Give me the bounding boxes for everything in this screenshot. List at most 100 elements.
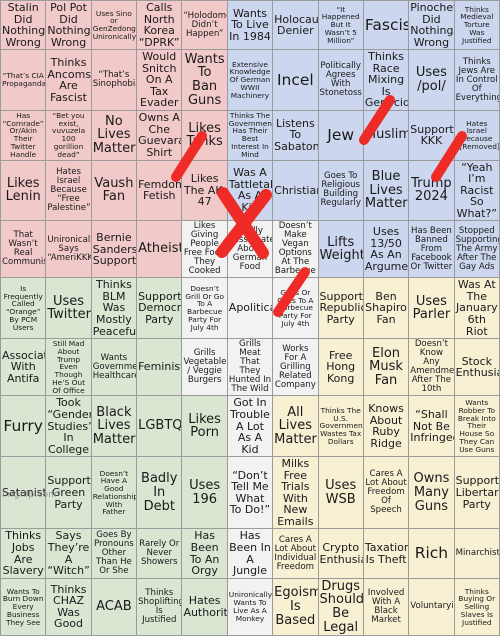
bingo-cell[interactable]: Wants To Live In 1984 (226, 0, 274, 51)
bingo-cell[interactable]: Likes Tanks (181, 109, 228, 161)
bingo-cell[interactable]: Uses Parler (408, 277, 455, 340)
bingo-cell[interactable]: Is Frequently Called “Orange” By PCM Use… (0, 277, 47, 340)
bingo-cell[interactable]: Uses 13/50 As An Argument (362, 220, 410, 279)
bingo-cell[interactable]: Vaush Fan (90, 159, 138, 222)
bingo-cell[interactable]: Supports Democratic Party (136, 277, 183, 340)
bingo-cell[interactable]: ACAB (90, 577, 138, 636)
bingo-cell[interactable]: Goes To Religious Building Regularly (317, 159, 364, 222)
bingo-cell[interactable]: Likes Lenin (0, 159, 47, 222)
bingo-cell[interactable]: Involved With A Black Market (362, 577, 410, 636)
bingo-cell[interactable]: Apolitical (226, 277, 274, 340)
bingo-cell[interactable]: Knows About Ruby Ridge (362, 395, 410, 458)
bingo-cell[interactable]: Drugs Should Be Legal (317, 577, 364, 636)
bingo-cell[interactable]: Rich (408, 528, 455, 579)
bingo-cell[interactable]: Grills Meat That They Hunted In The Wild (226, 338, 274, 397)
bingo-cell[interactable]: “Yeah I’m Racist So What?” (453, 159, 500, 222)
bingo-cell[interactable]: Holocaust Denier (272, 0, 319, 51)
bingo-cell[interactable]: Thinks Buying Or Selling Slaves Is Justi… (453, 577, 500, 636)
bingo-cell[interactable]: Badly In Debt (136, 456, 183, 530)
bingo-cell[interactable]: Free Hong Kong (317, 338, 364, 397)
bingo-cell[interactable]: Doesn’t Make Vegan Options At The Barbec… (272, 220, 319, 279)
bingo-cell[interactable]: Milks Free Trials With New Emails (272, 456, 319, 530)
bingo-cell[interactable]: Uses /pol/ (408, 49, 455, 111)
bingo-cell[interactable]: Still Mad About Trump Even Though He’S O… (45, 338, 92, 397)
bingo-cell[interactable]: Jew (317, 109, 364, 161)
bingo-cell[interactable]: Thinks BLM Was Mostly Peaceful (90, 277, 138, 340)
bingo-cell[interactable]: Thinks Race Mixing Is Genocide (362, 49, 410, 111)
bingo-cell[interactable]: Black Lives Matter (90, 395, 138, 458)
bingo-cell[interactable]: “That’s Sinophobia” (90, 49, 138, 111)
bingo-cell[interactable]: All Lives Matter (272, 395, 319, 458)
bingo-cell[interactable]: Uses Twitter (45, 277, 92, 340)
bingo-cell[interactable]: Furry (0, 395, 47, 458)
bingo-cell[interactable]: Has Been Banned From Facebook Or Twitter (408, 220, 455, 279)
bingo-cell[interactable]: Thinks The U.S. Government Wastes Tax Do… (317, 395, 364, 458)
bingo-cell[interactable]: Supports Republican Party (317, 277, 364, 340)
bingo-cell[interactable]: Has Been In A Jungle (226, 528, 274, 579)
bingo-cell[interactable]: Taxation Is Theft (362, 528, 410, 579)
bingo-cell[interactable]: Likes Giving People Free Food They Cooke… (181, 220, 228, 279)
bingo-cell[interactable]: Owns Many Guns (408, 456, 455, 530)
bingo-cell[interactable]: “Don’t Tell Me What To Do!” (226, 456, 274, 530)
bingo-cell[interactable]: No Lives Matter (90, 109, 138, 161)
bingo-cell[interactable]: Thinks Medieval Torture Was Justified (453, 0, 500, 51)
bingo-cell[interactable]: Doesn’t Have A Good Relationship With Fa… (90, 456, 138, 530)
bingo-cell[interactable]: Has “Comrade” Or/Akin Their Twitter Hand… (0, 109, 47, 161)
bingo-cell[interactable]: Says They’re A “Witch” (45, 528, 92, 579)
bingo-cell[interactable]: Cares A Lot About Freedom Of Speech (362, 456, 410, 530)
bingo-cell[interactable]: Cares A Lot About Individual Freedom (272, 528, 319, 579)
bingo-cell[interactable]: Wants Government Healthcare (90, 338, 138, 397)
bingo-cell[interactable]: Hates Israel Because “Free Palestine” (45, 159, 92, 222)
bingo-cell[interactable]: Stock Enthusiast (453, 338, 500, 397)
bingo-cell[interactable]: Wants Robber To Break Into Their House S… (453, 395, 500, 458)
bingo-cell[interactable]: Grills Or Goes To A Barbecue Party For J… (272, 277, 319, 340)
bingo-cell[interactable]: Likes The AK-47 (181, 159, 228, 222)
bingo-cell[interactable]: Muslim (362, 109, 410, 161)
bingo-cell[interactable]: Uses 196 (181, 456, 228, 530)
bingo-cell[interactable]: Associates With Antifa (0, 338, 47, 397)
bingo-cell[interactable]: Crypto Enthusiast (317, 528, 364, 579)
bingo-cell[interactable]: Was At The January 6th Riot (453, 277, 500, 340)
bingo-cell[interactable]: Supports KKK (408, 109, 455, 161)
bingo-cell[interactable]: “Shall Not Be Infringed” (408, 395, 455, 458)
bingo-cell[interactable]: Listens To Sabaton (272, 109, 319, 161)
bingo-cell[interactable]: Wants To Ban Guns (181, 49, 228, 111)
bingo-cell[interactable]: Christian (272, 159, 319, 222)
bingo-cell[interactable]: Would Snitch On A Tax Evader (136, 49, 183, 111)
bingo-cell[interactable]: Incel (272, 49, 319, 111)
bingo-cell[interactable]: Thinks The Government Has Their Best Int… (226, 109, 274, 161)
bingo-cell[interactable]: Really Passionate About German Food (226, 220, 274, 279)
bingo-cell[interactable]: Pinochet Did Nothing Wrong (408, 0, 455, 51)
bingo-cell[interactable]: Femdom Fetish (136, 159, 183, 222)
bingo-cell[interactable]: Hates Israel Because “[Removed]” (453, 109, 500, 161)
bingo-cell[interactable]: Took “Gender Studies” In College (45, 395, 92, 458)
bingo-cell[interactable]: Lifts Weights (317, 220, 364, 279)
bingo-cell[interactable]: Got In Trouble A Lot As A Kid (226, 395, 274, 458)
bingo-cell[interactable]: Egoism Is Based (272, 577, 319, 636)
bingo-cell[interactable]: Feminist (136, 338, 183, 397)
bingo-cell[interactable]: Extensive Knowledge Of German WWII Machi… (226, 49, 274, 111)
bingo-cell[interactable]: Pol Pot Did Nothing Wrong (45, 0, 92, 51)
bingo-cell[interactable]: Fascist (362, 0, 410, 51)
bingo-cell[interactable]: Thinks CHAZ Was Good (45, 577, 92, 636)
bingo-cell[interactable]: Wants To Burn Down Every Business They S… (0, 577, 47, 636)
bingo-cell[interactable]: “That’s CIA Propaganda” (0, 49, 47, 111)
bingo-cell[interactable]: Bernie Sanders Supporter (90, 220, 138, 279)
bingo-cell[interactable]: Grills Vegetables / Veggie Burgers (181, 338, 228, 397)
bingo-cell[interactable]: Unironically Says “AmeriKKKa” (45, 220, 92, 279)
bingo-cell[interactable]: Rarely Or Never Showers (136, 528, 183, 579)
bingo-cell[interactable]: Supports Libertarian Party (453, 456, 500, 530)
bingo-cell[interactable]: Likes Porn (181, 395, 228, 458)
bingo-cell[interactable]: Trump 2024 (408, 159, 455, 222)
bingo-cell[interactable]: Thinks Jobs Are Slavery (0, 528, 47, 579)
bingo-cell[interactable]: Blue Lives Matter (362, 159, 410, 222)
bingo-cell[interactable]: Goes By Pronouns Other Than He Or She (90, 528, 138, 579)
bingo-cell[interactable]: Doesn’t Know Any Amendment After The 10t… (408, 338, 455, 397)
bingo-cell[interactable]: Voluntaryist (408, 577, 455, 636)
bingo-cell[interactable]: LGBTQ (136, 395, 183, 458)
bingo-cell[interactable]: Calls North Korea “DPRK” (136, 0, 183, 51)
bingo-cell[interactable]: Atheist (136, 220, 183, 279)
bingo-cell[interactable]: Owns A Che Guevara Shirt (136, 109, 183, 161)
bingo-cell[interactable]: Uses WSB (317, 456, 364, 530)
bingo-cell[interactable]: Elon Musk Fan (362, 338, 410, 397)
